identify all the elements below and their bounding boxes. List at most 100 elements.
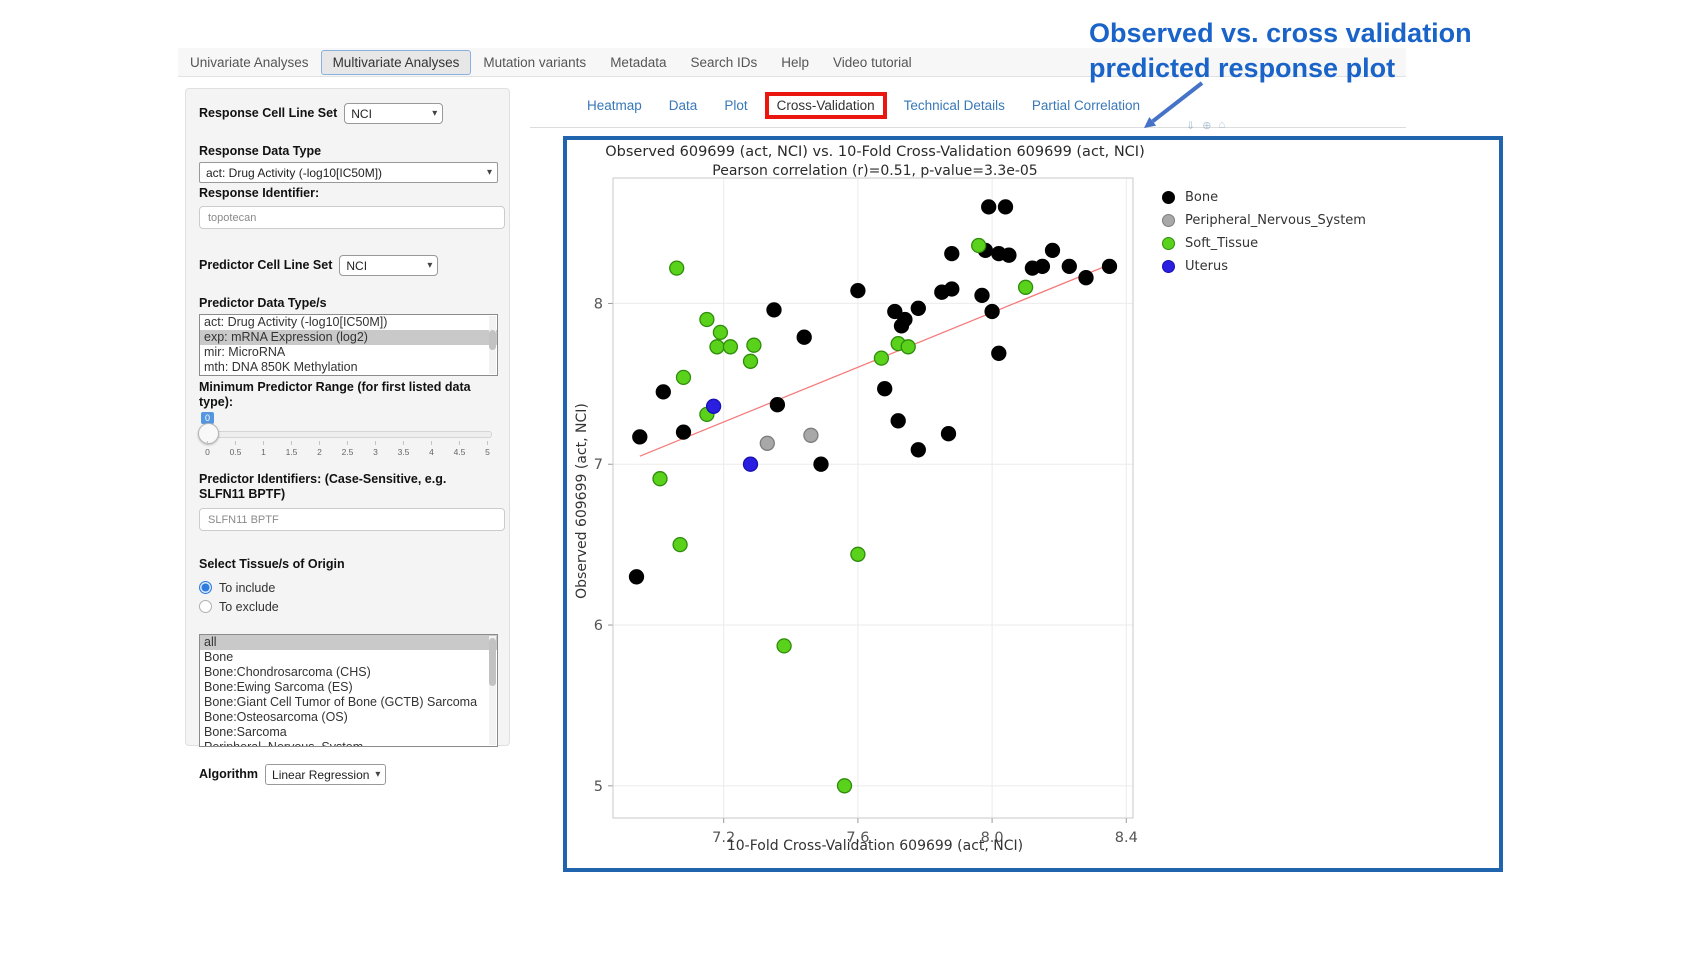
scrollbar-thumb[interactable] [489, 330, 496, 350]
legend-item-peripheral-nervous-system[interactable]: Peripheral_Nervous_System [1162, 209, 1366, 232]
listbox-option-mir-microrna[interactable]: mir: MicroRNA [200, 345, 497, 360]
data-point-bone [895, 319, 909, 333]
nav-item-help[interactable]: Help [769, 50, 821, 75]
listbox-option-all[interactable]: all [200, 635, 497, 650]
data-point-uterus [744, 457, 758, 471]
predictor-data-types-label: Predictor Data Type/s [199, 296, 496, 311]
listbox-option-bone[interactable]: Bone [200, 650, 497, 665]
algorithm-select[interactable]: Linear Regression ▾ [265, 764, 386, 785]
min-predictor-range-slider[interactable]: 0 00.511.522.533.544.55 [201, 412, 498, 460]
data-point-bone [942, 427, 956, 441]
slider-tick [235, 441, 236, 445]
home-icon[interactable]: ⌂ [1218, 119, 1225, 132]
slider-tick [207, 441, 208, 445]
chart-legend: Bone Peripheral_Nervous_SystemSoft_Tissue… [1162, 186, 1366, 278]
slider-tick [487, 441, 488, 445]
nav-item-metadata[interactable]: Metadata [598, 50, 678, 75]
slider-tick [403, 441, 404, 445]
nav-item-mutation-variants[interactable]: Mutation variants [471, 50, 598, 75]
slider-tick-label: 4.5 [451, 447, 468, 457]
data-point-peripheral-nervous-system [760, 436, 774, 450]
nav-item-video-tutorial[interactable]: Video tutorial [821, 50, 924, 75]
y-tick-label: 7 [594, 457, 603, 473]
data-point-soft-tissue [901, 340, 915, 354]
response-data-type-select[interactable]: act: Drug Activity (-log10[IC50M]) ▾ [199, 162, 498, 183]
radio-button-icon[interactable] [199, 600, 212, 613]
data-point-bone [1002, 248, 1016, 262]
legend-swatch-uterus [1162, 260, 1175, 273]
nav-item-univariate-analyses[interactable]: Univariate Analyses [178, 50, 321, 75]
data-point-bone [945, 247, 959, 261]
tabs-underline [530, 127, 1406, 128]
radio-to-include[interactable]: To include [199, 578, 496, 597]
x-axis-label: 10-Fold Cross-Validation 609699 (act, NC… [567, 838, 1183, 854]
response-cell-line-set-select[interactable]: NCI ▾ [344, 103, 443, 124]
legend-label: Bone [1185, 190, 1218, 205]
data-point-bone [814, 457, 828, 471]
chevron-down-icon: ▾ [427, 260, 432, 271]
data-point-bone [851, 284, 865, 298]
tab-plot[interactable]: Plot [722, 92, 749, 119]
listbox-option-exp-mrna-expression-log2[interactable]: exp: mRNA Expression (log2) [200, 330, 497, 345]
listbox-option-bone-chondrosarcoma-chs[interactable]: Bone:Chondrosarcoma (CHS) [200, 665, 497, 680]
slider-track[interactable] [201, 431, 492, 438]
data-point-soft-tissue [723, 340, 737, 354]
response-identifier-label: Response Identifier: [199, 186, 496, 201]
algorithm-value: Linear Regression [272, 768, 369, 782]
listbox-option-mth-dna-850k-methylation[interactable]: mth: DNA 850K Methylation [200, 360, 497, 375]
y-tick-label: 5 [594, 779, 603, 795]
chevron-down-icon: ▾ [487, 167, 492, 178]
data-point-bone [975, 288, 989, 302]
scrollbar [489, 316, 496, 374]
listbox-option-bone-osteosarcoma-os[interactable]: Bone:Osteosarcoma (OS) [200, 710, 497, 725]
scrollbar-thumb[interactable] [489, 638, 496, 686]
tab-cross-validation[interactable]: Cross-Validation [765, 92, 887, 119]
legend-item-uterus[interactable]: Uterus [1162, 255, 1366, 278]
legend-item-bone[interactable]: Bone [1162, 186, 1366, 209]
radio-to-exclude[interactable]: To exclude [199, 597, 496, 616]
data-point-soft-tissue [653, 472, 667, 486]
nav-item-search-ids[interactable]: Search IDs [678, 50, 769, 75]
radio-label: To exclude [219, 600, 279, 614]
data-point-uterus [707, 399, 721, 413]
data-point-soft-tissue [744, 354, 758, 368]
y-tick-label: 6 [594, 618, 603, 634]
data-point-soft-tissue [710, 340, 724, 354]
radio-button-icon[interactable] [199, 581, 212, 594]
tab-technical-details[interactable]: Technical Details [902, 92, 1007, 119]
listbox-option-peripheral-nervous-system[interactable]: Peripheral_Nervous_System [200, 740, 497, 747]
response-identifier-input[interactable] [199, 206, 505, 229]
predictor-data-types-listbox[interactable]: act: Drug Activity (-log10[IC50M])exp: m… [199, 314, 498, 376]
data-point-bone [1103, 259, 1117, 273]
predictor-identifiers-input[interactable] [199, 508, 505, 531]
response-data-type-label: Response Data Type [199, 144, 496, 159]
legend-item-soft-tissue[interactable]: Soft_Tissue [1162, 232, 1366, 255]
tab-data[interactable]: Data [667, 92, 700, 119]
nav-item-multivariate-analyses[interactable]: Multivariate Analyses [321, 50, 472, 75]
data-point-bone [630, 570, 644, 584]
listbox-option-bone-giant-cell-tumor-of-bone-gctb-sarcoma[interactable]: Bone:Giant Cell Tumor of Bone (GCTB) Sar… [200, 695, 497, 710]
y-tick-label: 8 [594, 296, 603, 312]
annotation-line1: Observed vs. cross validation [1089, 16, 1472, 51]
algorithm-label: Algorithm [199, 767, 258, 782]
tab-heatmap[interactable]: Heatmap [585, 92, 644, 119]
listbox-option-act-drug-activity-log10-ic50m[interactable]: act: Drug Activity (-log10[IC50M]) [200, 315, 497, 330]
listbox-option-bone-ewing-sarcoma-es[interactable]: Bone:Ewing Sarcoma (ES) [200, 680, 497, 695]
predictor-cell-line-set-select[interactable]: NCI ▾ [339, 255, 438, 276]
data-point-bone [911, 443, 925, 457]
listbox-option-bone-sarcoma[interactable]: Bone:Sarcoma [200, 725, 497, 740]
data-point-soft-tissue [838, 779, 852, 793]
tissue-listbox[interactable]: allBoneBone:Chondrosarcoma (CHS)Bone:Ewi… [199, 634, 498, 747]
slider-tick [347, 441, 348, 445]
predictor-cell-line-set-label: Predictor Cell Line Set [199, 258, 332, 273]
annotation-callout: Observed vs. cross validation predicted … [1089, 16, 1472, 86]
slider-tick-label: 5 [479, 447, 496, 457]
data-point-bone [1079, 271, 1093, 285]
slider-tick [291, 441, 292, 445]
tab-partial-correlation[interactable]: Partial Correlation [1030, 92, 1142, 119]
radio-label: To include [219, 581, 275, 595]
response-cell-line-set-value: NCI [351, 107, 372, 121]
scatter-plot[interactable]: 7.27.68.08.45678 [613, 178, 1133, 818]
scrollbar [489, 636, 496, 745]
data-point-soft-tissue [1019, 280, 1033, 294]
